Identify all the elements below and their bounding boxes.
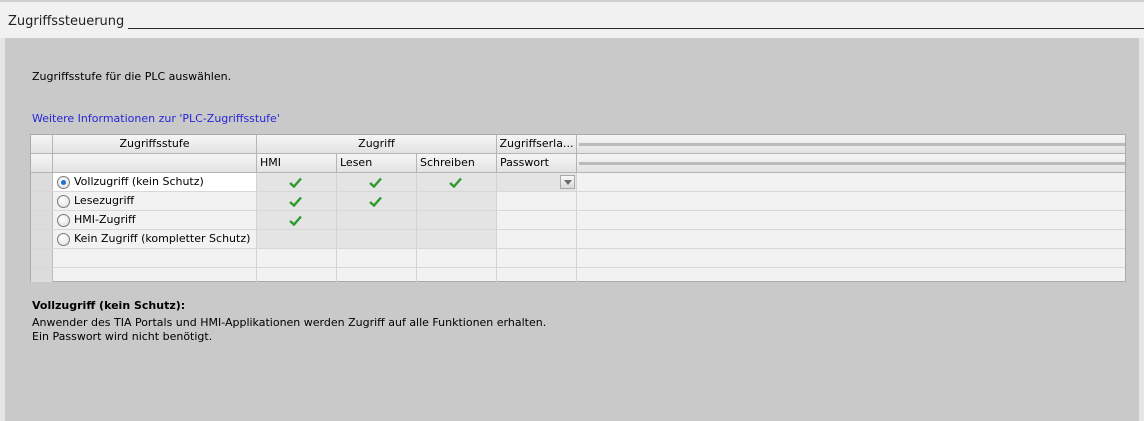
- access-level-label: HMI-Zugriff: [74, 213, 136, 226]
- write-cell: [417, 173, 497, 191]
- password-cell: [497, 192, 577, 210]
- row-header: [31, 249, 53, 267]
- checkmark-icon: [369, 196, 382, 207]
- row-header: [31, 268, 53, 282]
- access-level-label: Lesezugriff: [74, 194, 135, 207]
- write-cell: [417, 192, 497, 210]
- write-cell: [417, 230, 497, 248]
- more-info-link[interactable]: Weitere Informationen zur 'PLC-Zugriffss…: [32, 112, 280, 125]
- empty-cell: [497, 268, 577, 282]
- empty-cell: [417, 268, 497, 282]
- hmi-cell: [257, 230, 337, 248]
- checkmark-icon: [289, 177, 302, 188]
- empty-cell: [53, 268, 257, 282]
- section-header: Zugriffssteuerung: [0, 2, 1144, 38]
- table-row[interactable]: Vollzugriff (kein Schutz): [31, 173, 1125, 192]
- table-row[interactable]: Kein Zugriff (kompletter Schutz): [31, 230, 1125, 249]
- empty-cell: [337, 268, 417, 282]
- header-level-sub: [53, 154, 257, 173]
- table-row[interactable]: Lesezugriff: [31, 192, 1125, 211]
- access-level-cell[interactable]: Kein Zugriff (kompletter Schutz): [53, 230, 257, 248]
- header-write[interactable]: Schreiben: [417, 154, 497, 173]
- access-level-table: Zugriffsstufe Zugriff Zugriffserla... HM…: [30, 134, 1126, 282]
- table-row[interactable]: HMI-Zugriff: [31, 211, 1125, 230]
- header-access-level[interactable]: Zugriffsstufe: [53, 135, 257, 154]
- access-level-cell[interactable]: HMI-Zugriff: [53, 211, 257, 229]
- radio-hmi-access[interactable]: [57, 214, 70, 227]
- header-filler: [579, 143, 1125, 146]
- read-cell: [337, 192, 417, 210]
- write-cell: [417, 211, 497, 229]
- empty-cell: [417, 249, 497, 267]
- empty-cell: [257, 249, 337, 267]
- empty-cell: [257, 268, 337, 282]
- empty-row: [31, 249, 1125, 268]
- checkmark-icon: [289, 215, 302, 226]
- radio-no-access[interactable]: [57, 233, 70, 246]
- description-title: Vollzugriff (kein Schutz):: [32, 299, 186, 312]
- empty-cell: [337, 249, 417, 267]
- access-level-label: Vollzugriff (kein Schutz): [74, 175, 204, 188]
- chevron-down-icon[interactable]: [560, 175, 575, 189]
- hmi-cell: [257, 173, 337, 191]
- radio-full-access[interactable]: [57, 176, 70, 189]
- header-hmi[interactable]: HMI: [257, 154, 337, 173]
- read-cell: [337, 230, 417, 248]
- radio-read-access[interactable]: [57, 195, 70, 208]
- access-level-label: Kein Zugriff (kompletter Schutz): [74, 232, 251, 245]
- table-header-row-2: HMI Lesen Schreiben Passwort: [31, 154, 1125, 173]
- row-header[interactable]: [31, 211, 53, 229]
- row-header[interactable]: [31, 173, 53, 191]
- instruction-text: Zugriffsstufe für die PLC auswählen.: [32, 70, 232, 83]
- header-access[interactable]: Zugriff: [257, 135, 497, 154]
- read-cell: [337, 173, 417, 191]
- empty-cell: [497, 249, 577, 267]
- row-header[interactable]: [31, 192, 53, 210]
- description-line: Anwender des TIA Portals und HMI-Applika…: [32, 316, 547, 329]
- password-cell: [497, 230, 577, 248]
- read-cell: [337, 211, 417, 229]
- header-read[interactable]: Lesen: [337, 154, 417, 173]
- description-line: Ein Passwort wird nicht benötigt.: [32, 330, 213, 343]
- row-header[interactable]: [31, 230, 53, 248]
- header-corner-2: [31, 154, 53, 173]
- checkmark-icon: [289, 196, 302, 207]
- checkmark-icon: [369, 177, 382, 188]
- access-level-cell[interactable]: Lesezugriff: [53, 192, 257, 210]
- header-corner: [31, 135, 53, 154]
- password-cell[interactable]: [497, 173, 577, 191]
- hmi-cell: [257, 211, 337, 229]
- header-password[interactable]: Passwort: [497, 154, 577, 173]
- password-cell: [497, 211, 577, 229]
- table-header-row-1: Zugriffsstufe Zugriff Zugriffserla...: [31, 135, 1125, 154]
- section-title: Zugriffssteuerung: [8, 14, 125, 29]
- checkmark-icon: [449, 177, 462, 188]
- section-divider: [128, 28, 1144, 29]
- header-filler-2: [579, 162, 1125, 165]
- header-access-permission[interactable]: Zugriffserla...: [497, 135, 577, 154]
- access-level-cell[interactable]: Vollzugriff (kein Schutz): [53, 173, 257, 191]
- empty-cell: [53, 249, 257, 267]
- hmi-cell: [257, 192, 337, 210]
- empty-row: [31, 268, 1125, 282]
